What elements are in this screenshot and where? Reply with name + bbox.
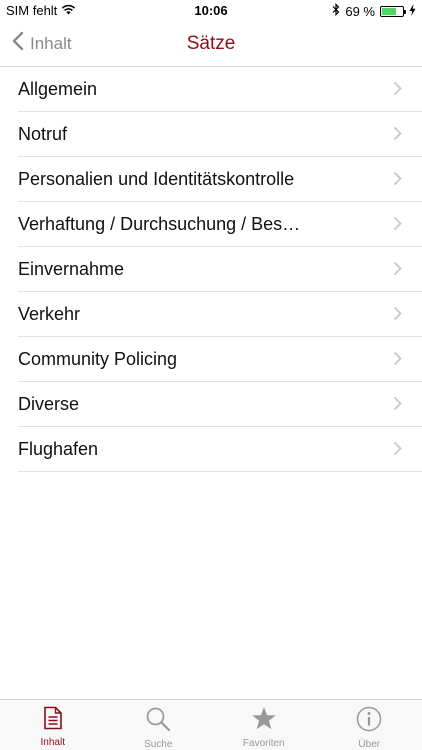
list-item-personalien[interactable]: Personalien und Identitätskontrolle bbox=[18, 157, 422, 202]
tab-label: Favoriten bbox=[242, 738, 285, 749]
status-bar: SIM fehlt 10:06 69 % bbox=[0, 0, 422, 22]
status-right: 69 % bbox=[332, 3, 416, 19]
document-icon bbox=[43, 706, 63, 735]
list-item-label: Notruf bbox=[18, 123, 68, 144]
charging-icon bbox=[409, 3, 416, 19]
star-icon bbox=[251, 706, 277, 736]
list-item-verkehr[interactable]: Verkehr bbox=[18, 292, 422, 337]
chevron-right-icon bbox=[393, 441, 402, 461]
list-item-flughafen[interactable]: Flughafen bbox=[18, 427, 422, 472]
battery-fill bbox=[382, 7, 396, 15]
chevron-right-icon bbox=[393, 81, 402, 101]
tab-favoriten[interactable]: Favoriten bbox=[211, 700, 317, 750]
list-item-label: Verhaftung / Durchsuchung / Bes… bbox=[18, 213, 301, 234]
chevron-right-icon bbox=[393, 126, 402, 146]
list-item-verhaftung[interactable]: Verhaftung / Durchsuchung / Bes… bbox=[18, 202, 422, 247]
list-item-label: Personalien und Identitätskontrolle bbox=[18, 168, 295, 189]
category-list: Allgemein Notruf Personalien und Identit… bbox=[0, 67, 422, 472]
list-item-allgemein[interactable]: Allgemein bbox=[18, 67, 422, 112]
tab-label: Suche bbox=[144, 739, 173, 750]
tab-suche[interactable]: Suche bbox=[106, 700, 212, 750]
navigation-bar: Inhalt Sätze bbox=[0, 22, 422, 67]
list-item-label: Verkehr bbox=[18, 303, 81, 324]
battery-icon bbox=[380, 5, 406, 17]
tab-inhalt[interactable]: Inhalt bbox=[0, 700, 106, 750]
chevron-right-icon bbox=[393, 396, 402, 416]
page-title: Sätze bbox=[186, 33, 236, 54]
list-item-community-policing[interactable]: Community Policing bbox=[18, 337, 422, 382]
search-icon bbox=[145, 706, 171, 737]
chevron-right-icon bbox=[393, 171, 402, 191]
list-item-label: Diverse bbox=[18, 393, 80, 414]
tab-label: Über bbox=[358, 739, 381, 750]
chevron-right-icon bbox=[393, 216, 402, 236]
battery-percent: 69 % bbox=[345, 3, 375, 19]
list-item-notruf[interactable]: Notruf bbox=[18, 112, 422, 157]
list-item-diverse[interactable]: Diverse bbox=[18, 382, 422, 427]
list-item-label: Flughafen bbox=[18, 438, 99, 459]
chevron-right-icon bbox=[393, 351, 402, 371]
info-icon bbox=[356, 706, 382, 737]
tab-bar: Inhalt Suche Favoriten Über bbox=[0, 699, 422, 750]
chevron-right-icon bbox=[393, 306, 402, 326]
tab-label: Inhalt bbox=[40, 737, 65, 748]
list-item-label: Allgemein bbox=[18, 78, 98, 99]
tab-ueber[interactable]: Über bbox=[317, 700, 422, 750]
list-item-label: Einvernahme bbox=[18, 258, 125, 279]
list-item-label: Community Policing bbox=[18, 348, 178, 369]
list-item-einvernahme[interactable]: Einvernahme bbox=[18, 247, 422, 292]
bluetooth-icon bbox=[332, 3, 340, 19]
chevron-right-icon bbox=[393, 261, 402, 281]
